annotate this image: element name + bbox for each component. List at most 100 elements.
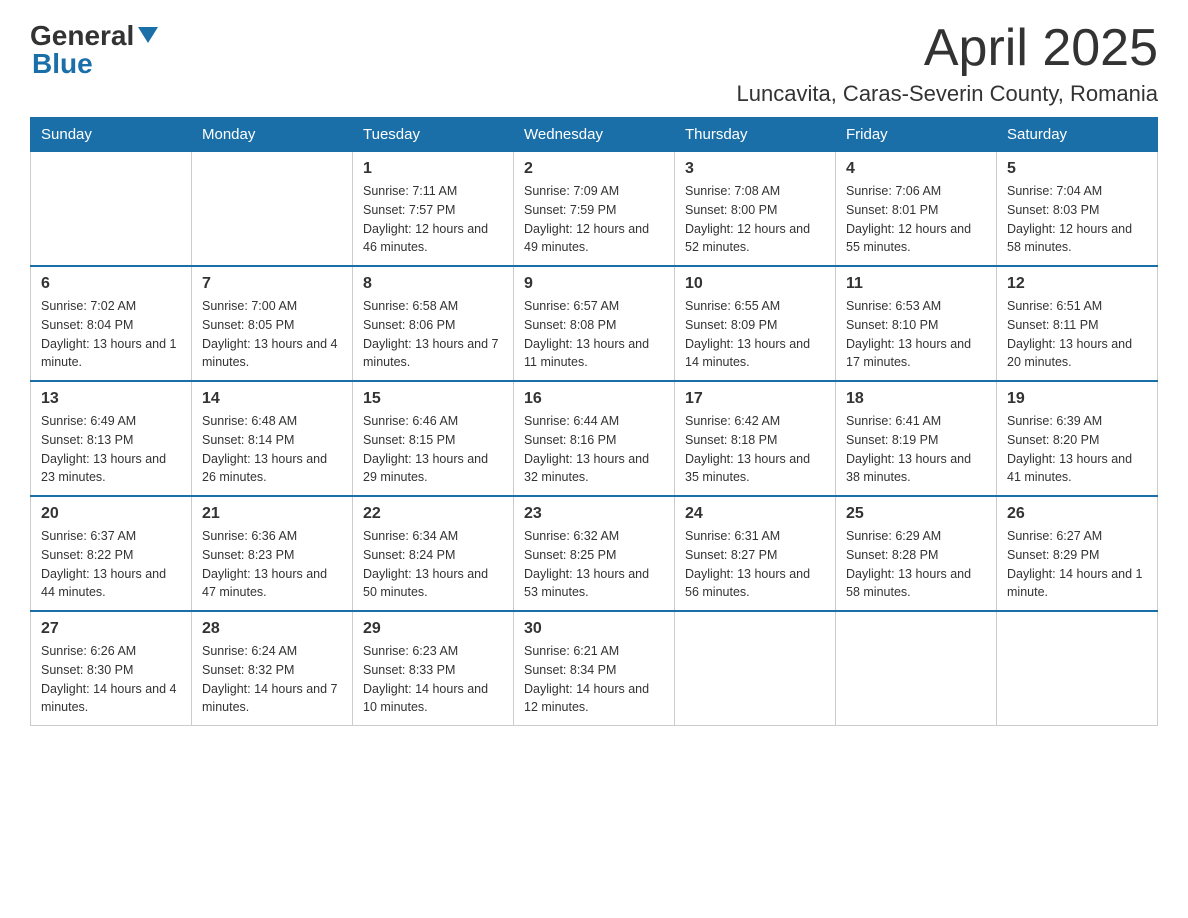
day-number: 12 bbox=[1007, 275, 1147, 293]
day-info: Sunrise: 6:46 AMSunset: 8:15 PMDaylight:… bbox=[363, 412, 503, 487]
day-number: 26 bbox=[1007, 505, 1147, 523]
calendar-cell: 2Sunrise: 7:09 AMSunset: 7:59 PMDaylight… bbox=[514, 152, 675, 267]
day-number: 15 bbox=[363, 390, 503, 408]
day-number: 6 bbox=[41, 275, 181, 293]
calendar-cell: 26 Sunrise: 6:27 AMSunset: 8:29 PMDayligh… bbox=[997, 496, 1158, 611]
day-info: Sunrise: 7:02 AMSunset: 8:04 PMDaylight:… bbox=[41, 297, 181, 372]
calendar-cell: 15 Sunrise: 6:46 AMSunset: 8:15 PMDayligh… bbox=[353, 381, 514, 496]
day-number: 11 bbox=[846, 275, 986, 293]
calendar-cell: 27 Sunrise: 6:26 AMSunset: 8:30 PMDayligh… bbox=[31, 611, 192, 726]
calendar-cell: 23 Sunrise: 6:32 AMSunset: 8:25 PMDayligh… bbox=[514, 496, 675, 611]
logo-blue-text: Blue bbox=[32, 48, 158, 80]
day-number: 10 bbox=[685, 275, 825, 293]
column-header-tuesday: Tuesday bbox=[353, 118, 514, 152]
day-info: Sunrise: 6:29 AMSunset: 8:28 PMDaylight:… bbox=[846, 527, 986, 602]
day-info: Sunrise: 6:36 AMSunset: 8:23 PMDaylight:… bbox=[202, 527, 342, 602]
calendar-cell: 29 Sunrise: 6:23 AMSunset: 8:33 PMDayligh… bbox=[353, 611, 514, 726]
day-info: Sunrise: 6:41 AMSunset: 8:19 PMDaylight:… bbox=[846, 412, 986, 487]
column-header-friday: Friday bbox=[836, 118, 997, 152]
calendar-cell: 28Sunrise: 6:24 AMSunset: 8:32 PMDayligh… bbox=[192, 611, 353, 726]
day-number: 2 bbox=[524, 160, 664, 178]
day-info: Sunrise: 6:39 AMSunset: 8:20 PMDaylight:… bbox=[1007, 412, 1147, 487]
calendar-cell: 13 Sunrise: 6:49 AMSunset: 8:13 PMDayligh… bbox=[31, 381, 192, 496]
column-header-saturday: Saturday bbox=[997, 118, 1158, 152]
day-number: 24 bbox=[685, 505, 825, 523]
column-header-sunday: Sunday bbox=[31, 118, 192, 152]
day-number: 25 bbox=[846, 505, 986, 523]
calendar-cell: 30 Sunrise: 6:21 AMSunset: 8:34 PMDayligh… bbox=[514, 611, 675, 726]
day-number: 27 bbox=[41, 620, 181, 638]
day-info: Sunrise: 6:48 AMSunset: 8:14 PMDaylight:… bbox=[202, 412, 342, 487]
day-number: 30 bbox=[524, 620, 664, 638]
day-info: Sunrise: 7:00 AMSunset: 8:05 PMDaylight:… bbox=[202, 297, 342, 372]
day-number: 7 bbox=[202, 275, 342, 293]
calendar-cell: 11 Sunrise: 6:53 AMSunset: 8:10 PMDayligh… bbox=[836, 266, 997, 381]
calendar-cell: 16Sunrise: 6:44 AMSunset: 8:16 PMDayligh… bbox=[514, 381, 675, 496]
calendar-cell: 4Sunrise: 7:06 AMSunset: 8:01 PMDaylight… bbox=[836, 152, 997, 267]
month-title: April 2025 bbox=[737, 20, 1158, 77]
column-header-thursday: Thursday bbox=[675, 118, 836, 152]
page-header: General Blue April 2025 Luncavita, Caras… bbox=[30, 20, 1158, 107]
title-section: April 2025 Luncavita, Caras-Severin Coun… bbox=[737, 20, 1158, 107]
calendar-cell: 19 Sunrise: 6:39 AMSunset: 8:20 PMDayligh… bbox=[997, 381, 1158, 496]
day-info: Sunrise: 6:26 AMSunset: 8:30 PMDaylight:… bbox=[41, 642, 181, 717]
day-number: 19 bbox=[1007, 390, 1147, 408]
calendar-cell: 22 Sunrise: 6:34 AMSunset: 8:24 PMDayligh… bbox=[353, 496, 514, 611]
calendar-cell: 3 Sunrise: 7:08 AMSunset: 8:00 PMDaylight… bbox=[675, 152, 836, 267]
day-info: Sunrise: 6:31 AMSunset: 8:27 PMDaylight:… bbox=[685, 527, 825, 602]
day-number: 1 bbox=[363, 160, 503, 178]
calendar-week-1: 1 Sunrise: 7:11 AMSunset: 7:57 PMDaylight… bbox=[31, 152, 1158, 267]
calendar-cell: 10 Sunrise: 6:55 AMSunset: 8:09 PMDayligh… bbox=[675, 266, 836, 381]
calendar-week-2: 6 Sunrise: 7:02 AMSunset: 8:04 PMDaylight… bbox=[31, 266, 1158, 381]
logo: General Blue bbox=[30, 20, 158, 80]
day-number: 16 bbox=[524, 390, 664, 408]
day-number: 17 bbox=[685, 390, 825, 408]
day-number: 14 bbox=[202, 390, 342, 408]
day-number: 22 bbox=[363, 505, 503, 523]
calendar-cell bbox=[997, 611, 1158, 726]
calendar-cell bbox=[31, 152, 192, 267]
day-info: Sunrise: 6:34 AMSunset: 8:24 PMDaylight:… bbox=[363, 527, 503, 602]
day-info: Sunrise: 6:49 AMSunset: 8:13 PMDaylight:… bbox=[41, 412, 181, 487]
day-info: Sunrise: 6:55 AMSunset: 8:09 PMDaylight:… bbox=[685, 297, 825, 372]
calendar-header-row: SundayMondayTuesdayWednesdayThursdayFrid… bbox=[31, 118, 1158, 152]
day-number: 8 bbox=[363, 275, 503, 293]
day-info: Sunrise: 7:11 AMSunset: 7:57 PMDaylight:… bbox=[363, 182, 503, 257]
day-info: Sunrise: 6:27 AMSunset: 8:29 PMDaylight:… bbox=[1007, 527, 1147, 602]
day-number: 20 bbox=[41, 505, 181, 523]
calendar-cell bbox=[836, 611, 997, 726]
location-title: Luncavita, Caras-Severin County, Romania bbox=[737, 81, 1158, 107]
calendar-cell: 6 Sunrise: 7:02 AMSunset: 8:04 PMDaylight… bbox=[31, 266, 192, 381]
column-header-monday: Monday bbox=[192, 118, 353, 152]
calendar-week-5: 27 Sunrise: 6:26 AMSunset: 8:30 PMDayligh… bbox=[31, 611, 1158, 726]
calendar-week-3: 13 Sunrise: 6:49 AMSunset: 8:13 PMDayligh… bbox=[31, 381, 1158, 496]
day-number: 4 bbox=[846, 160, 986, 178]
day-info: Sunrise: 6:53 AMSunset: 8:10 PMDaylight:… bbox=[846, 297, 986, 372]
day-info: Sunrise: 7:08 AMSunset: 8:00 PMDaylight:… bbox=[685, 182, 825, 257]
calendar-cell: 5Sunrise: 7:04 AMSunset: 8:03 PMDaylight… bbox=[997, 152, 1158, 267]
day-info: Sunrise: 7:04 AMSunset: 8:03 PMDaylight:… bbox=[1007, 182, 1147, 257]
calendar-cell: 9Sunrise: 6:57 AMSunset: 8:08 PMDaylight… bbox=[514, 266, 675, 381]
day-info: Sunrise: 6:32 AMSunset: 8:25 PMDaylight:… bbox=[524, 527, 664, 602]
calendar-cell: 25 Sunrise: 6:29 AMSunset: 8:28 PMDayligh… bbox=[836, 496, 997, 611]
calendar-cell: 20Sunrise: 6:37 AMSunset: 8:22 PMDayligh… bbox=[31, 496, 192, 611]
calendar-cell: 8Sunrise: 6:58 AMSunset: 8:06 PMDaylight… bbox=[353, 266, 514, 381]
day-info: Sunrise: 6:51 AMSunset: 8:11 PMDaylight:… bbox=[1007, 297, 1147, 372]
day-info: Sunrise: 6:21 AMSunset: 8:34 PMDaylight:… bbox=[524, 642, 664, 717]
day-number: 28 bbox=[202, 620, 342, 638]
logo-triangle-icon bbox=[138, 27, 158, 48]
calendar-cell: 24 Sunrise: 6:31 AMSunset: 8:27 PMDayligh… bbox=[675, 496, 836, 611]
calendar-cell: 7 Sunrise: 7:00 AMSunset: 8:05 PMDaylight… bbox=[192, 266, 353, 381]
day-info: Sunrise: 6:23 AMSunset: 8:33 PMDaylight:… bbox=[363, 642, 503, 717]
day-number: 18 bbox=[846, 390, 986, 408]
day-info: Sunrise: 6:57 AMSunset: 8:08 PMDaylight:… bbox=[524, 297, 664, 372]
calendar-cell: 17Sunrise: 6:42 AMSunset: 8:18 PMDayligh… bbox=[675, 381, 836, 496]
calendar-cell: 12 Sunrise: 6:51 AMSunset: 8:11 PMDayligh… bbox=[997, 266, 1158, 381]
day-number: 29 bbox=[363, 620, 503, 638]
calendar-cell: 1 Sunrise: 7:11 AMSunset: 7:57 PMDaylight… bbox=[353, 152, 514, 267]
day-number: 3 bbox=[685, 160, 825, 178]
day-number: 23 bbox=[524, 505, 664, 523]
day-number: 13 bbox=[41, 390, 181, 408]
day-number: 21 bbox=[202, 505, 342, 523]
calendar-cell: 14 Sunrise: 6:48 AMSunset: 8:14 PMDayligh… bbox=[192, 381, 353, 496]
